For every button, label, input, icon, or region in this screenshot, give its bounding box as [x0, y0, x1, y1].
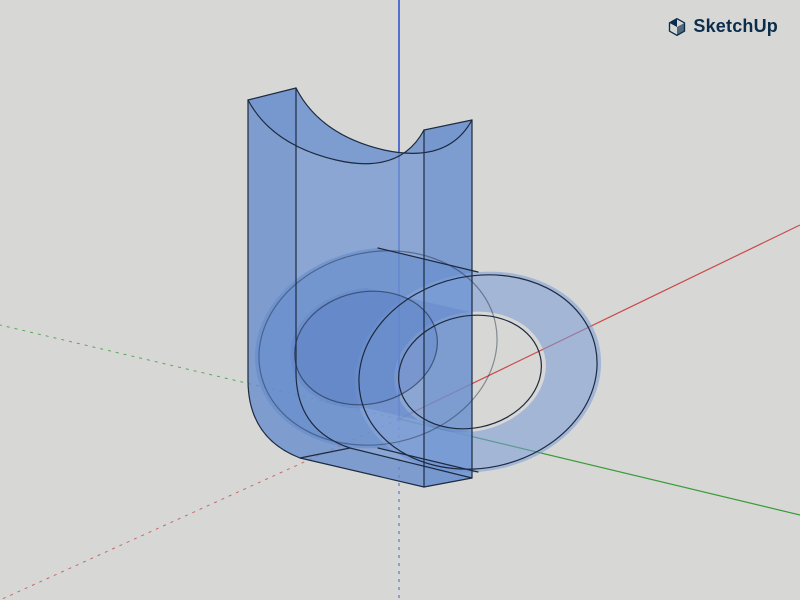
model[interactable]	[241, 88, 616, 491]
app-watermark-text: SketchUp	[693, 16, 778, 37]
scene-canvas[interactable]	[0, 0, 800, 600]
app-watermark: SketchUp	[667, 16, 778, 37]
modeling-viewport[interactable]: SketchUp	[0, 0, 800, 600]
sketchup-logo-icon	[667, 17, 687, 37]
